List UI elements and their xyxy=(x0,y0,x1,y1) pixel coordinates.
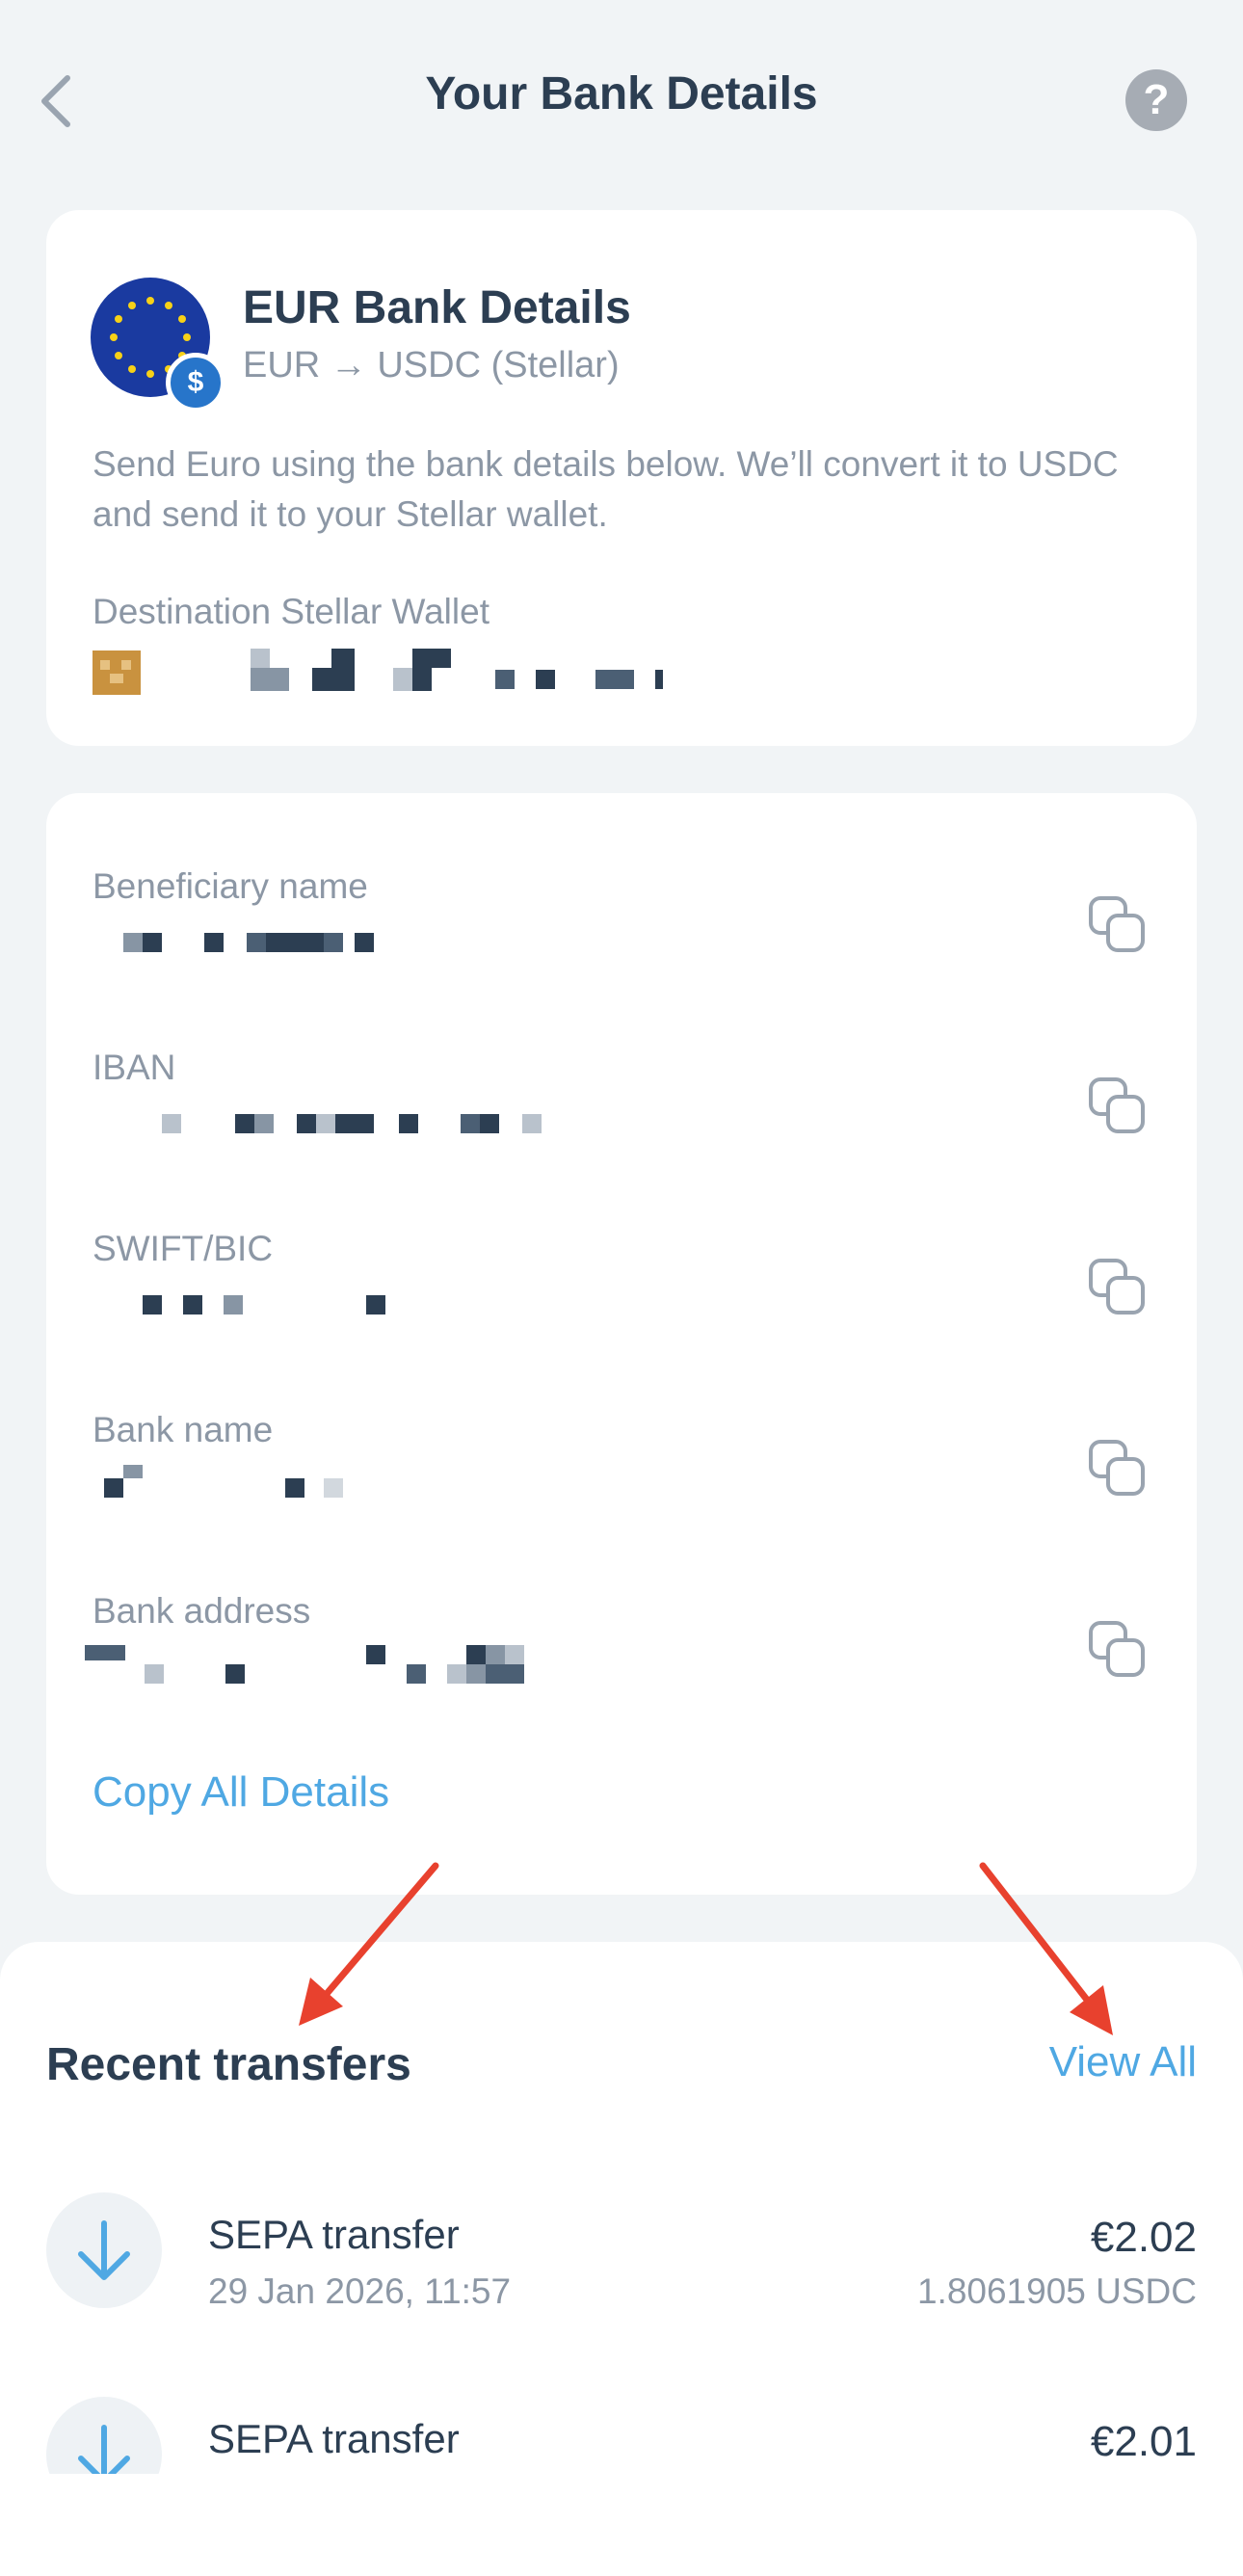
destination-wallet-label: Destination Stellar Wallet xyxy=(93,592,489,631)
account-card: $ EUR Bank Details EUR → USDC (Stellar) … xyxy=(46,210,1197,746)
copy-swift-icon[interactable] xyxy=(1087,1257,1147,1316)
copy-bank-name-icon[interactable] xyxy=(1087,1438,1147,1498)
conversion-subtitle: EUR → USDC (Stellar) xyxy=(243,345,620,385)
transfer-converted-amount: 1.8061905 USDC xyxy=(916,2271,1197,2311)
redacted-swift-bic xyxy=(143,1295,385,1315)
currency-icon-group: $ xyxy=(91,278,225,412)
usdc-coin-icon: $ xyxy=(166,353,225,412)
recent-transfers-title: Recent transfers xyxy=(46,2039,411,2090)
page-title: Your Bank Details xyxy=(425,68,818,120)
redacted-beneficiary-name xyxy=(123,933,374,952)
bank-name-label: Bank name xyxy=(93,1410,274,1449)
transfer-amount: €2.02 xyxy=(1090,2214,1197,2261)
view-all-link[interactable]: View All xyxy=(1049,2038,1197,2086)
scroll-cutoff xyxy=(0,2474,1243,2576)
redacted-iban xyxy=(162,1114,542,1133)
redacted-bank-name xyxy=(104,1465,343,1498)
card-description: Send Euro using the bank details below. … xyxy=(93,444,1119,534)
iban-label: IBAN xyxy=(93,1048,176,1087)
header: Your Bank Details ? xyxy=(0,0,1243,202)
redacted-wallet-address xyxy=(93,649,663,695)
copy-all-details-link[interactable]: Copy All Details xyxy=(93,1768,389,1817)
card-title: EUR Bank Details xyxy=(243,282,631,333)
transfer-title: SEPA transfer xyxy=(208,2212,460,2257)
beneficiary-name-label: Beneficiary name xyxy=(93,866,368,906)
copy-beneficiary-icon[interactable] xyxy=(1087,894,1147,954)
transfer-title: SEPA transfer xyxy=(208,2416,460,2461)
redacted-bank-address xyxy=(85,1645,524,1684)
incoming-arrow-icon xyxy=(46,2192,162,2308)
transfer-amount: €2.01 xyxy=(1090,2418,1197,2465)
bank-address-label: Bank address xyxy=(93,1591,311,1631)
copy-iban-icon[interactable] xyxy=(1087,1076,1147,1135)
help-button[interactable]: ? xyxy=(1125,69,1187,131)
swift-bic-label: SWIFT/BIC xyxy=(93,1229,274,1268)
transfer-date: 29 Jan 2026, 11:57 xyxy=(208,2271,512,2311)
bank-details-card: Beneficiary name IBAN SWIFT/BIC Bank nam… xyxy=(46,793,1197,1895)
copy-bank-address-icon[interactable] xyxy=(1087,1619,1147,1679)
